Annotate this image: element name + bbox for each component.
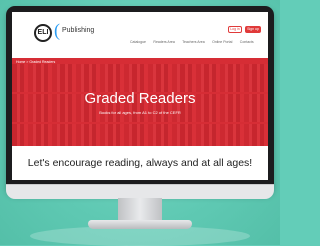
nav-item-readers-area[interactable]: Readers Area	[153, 40, 174, 44]
monitor-stand-base	[88, 220, 192, 229]
page-subtitle: Books for all ages, from A1 to C2 of the…	[99, 110, 181, 115]
logo-mark[interactable]: ELI	[34, 24, 52, 42]
hero-banner: Home > Graded Readers Graded Readers Boo…	[12, 58, 268, 146]
nav-item-online-portal[interactable]: Online Portal	[212, 40, 232, 44]
nav-item-contacts[interactable]: Contacts	[240, 40, 254, 44]
tagline: Let's encourage reading, always and at a…	[12, 146, 268, 180]
logo-text[interactable]: Publishing	[62, 27, 94, 34]
monitor-screen: ELI ( Publishing Catalogue Readers Area …	[12, 12, 268, 180]
monitor-stand-neck	[118, 198, 162, 222]
floor-shadow	[30, 226, 250, 246]
login-button[interactable]: Log in	[228, 26, 242, 33]
signup-button[interactable]: Sign up	[245, 26, 261, 33]
logo-bracket-icon: (	[54, 20, 60, 40]
site-header: ELI ( Publishing Catalogue Readers Area …	[12, 12, 268, 56]
page-title: Graded Readers	[84, 90, 196, 107]
nav-item-teachers-area[interactable]: Teachers Area	[182, 40, 204, 44]
breadcrumb[interactable]: Home > Graded Readers	[16, 60, 55, 64]
nav-item-catalogue[interactable]: Catalogue	[130, 40, 146, 44]
monitor-chin	[6, 184, 274, 199]
